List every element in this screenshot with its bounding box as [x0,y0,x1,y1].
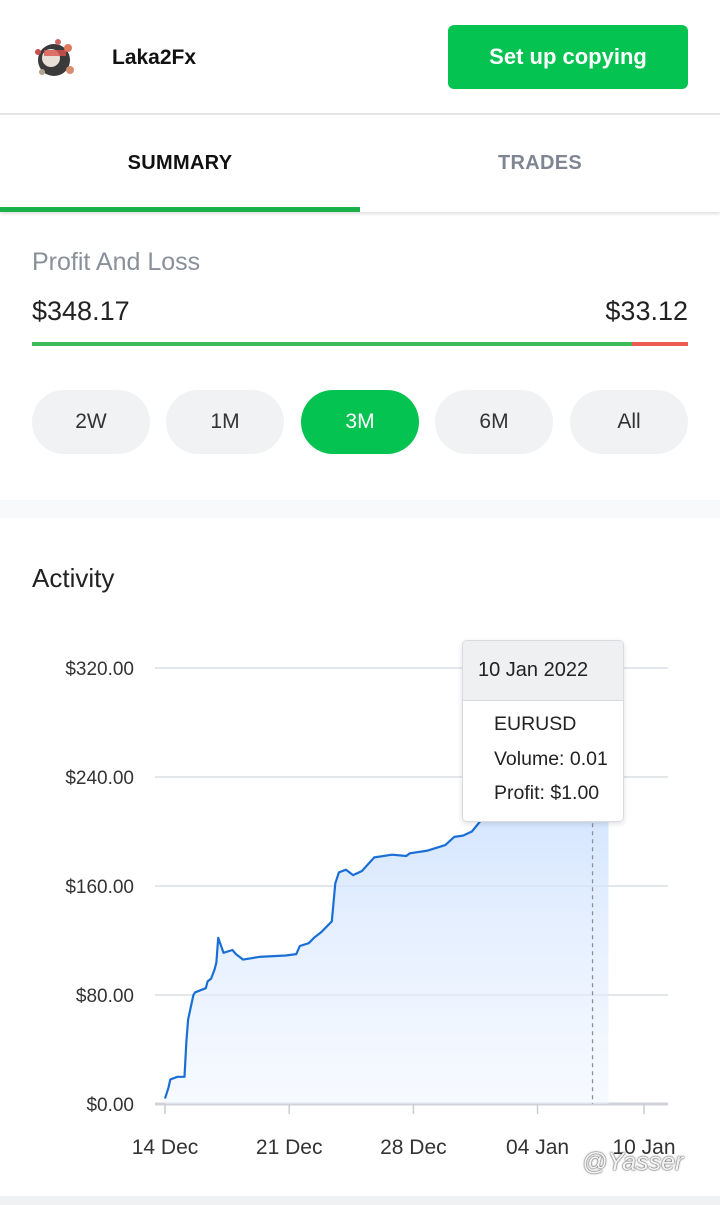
x-tick-label: 14 Dec [132,1136,199,1159]
profit-value: $348.17 [32,296,130,326]
period-3m-button[interactable]: 3M [301,390,419,454]
chart-tooltip: 10 Jan 2022 EURUSD Volume: 0.01 Profit: … [462,640,624,822]
tooltip-volume: Volume: 0.01 [494,748,608,770]
y-tick-label: $320.00 [65,659,134,680]
pnl-label: Profit And Loss [32,248,201,276]
x-tick-label: 21 Dec [256,1136,323,1159]
trader-name: Laka2Fx [112,46,197,69]
y-tick-label: $160.00 [65,877,134,898]
period-2w-button[interactable]: 2W [32,390,150,454]
loss-value: $33.12 [605,296,688,326]
loss-bar-segment [632,342,688,346]
pnl-ratio-bar [32,342,688,346]
activity-title: Activity [32,563,115,593]
x-tick-label: 28 Dec [380,1136,447,1159]
tab-trades[interactable]: TRADES [360,115,720,212]
tooltip-symbol: EURUSD [494,713,577,735]
profit-bar-segment [32,342,632,346]
tooltip-profit: Profit: $1.00 [494,782,600,804]
y-tick-label: $80.00 [76,986,134,1007]
y-axis-ticks: $0.00 $80.00 $160.00 $240.00 $320.00 [65,659,134,1116]
set-up-copying-button[interactable]: Set up copying [448,25,688,89]
active-tab-indicator [0,207,360,212]
tab-summary[interactable]: SUMMARY [0,115,360,212]
watermark-text: @Yasser [582,1148,684,1176]
trader-avatar-icon[interactable] [30,36,80,82]
tooltip-date: 10 Jan 2022 [463,641,623,701]
y-tick-label: $0.00 [86,1095,134,1116]
period-all-button[interactable]: All [570,390,688,454]
bottom-divider [0,1196,720,1205]
x-tick-label: 04 Jan [506,1136,569,1159]
period-6m-button[interactable]: 6M [435,390,553,454]
top-bar: Laka2Fx Set up copying [0,0,720,115]
section-divider [0,500,720,518]
period-1m-button[interactable]: 1M [166,390,284,454]
y-tick-label: $240.00 [65,768,134,789]
tab-bar: SUMMARY TRADES [0,115,720,212]
